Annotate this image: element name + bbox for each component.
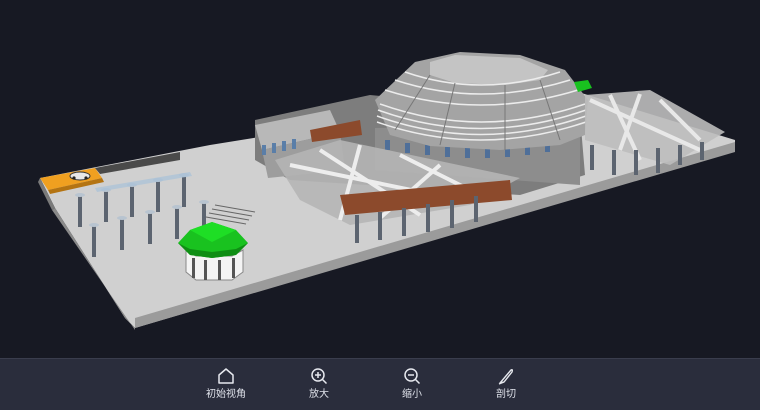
bottom-toolbar: 初始视角 放大 缩小 剖切: [0, 358, 760, 410]
home-view-label: 初始视角: [206, 389, 246, 400]
section-cut-label: 剖切: [496, 389, 516, 400]
zoom-out-icon: [377, 366, 447, 386]
zoom-in-button[interactable]: 放大: [284, 366, 354, 401]
dome: [375, 52, 588, 150]
model-viewport[interactable]: [0, 0, 760, 358]
section-cut-icon: [471, 366, 541, 386]
car-model: [69, 171, 91, 181]
home-view-button[interactable]: 初始视角: [191, 366, 261, 401]
home-icon: [191, 366, 261, 386]
section-cut-button[interactable]: 剖切: [471, 366, 541, 401]
zoom-out-label: 缩小: [402, 389, 422, 400]
zoom-in-icon: [284, 366, 354, 386]
building-model-3d[interactable]: [0, 0, 760, 358]
zoom-in-label: 放大: [309, 389, 329, 400]
zoom-out-button[interactable]: 缩小: [377, 366, 447, 401]
